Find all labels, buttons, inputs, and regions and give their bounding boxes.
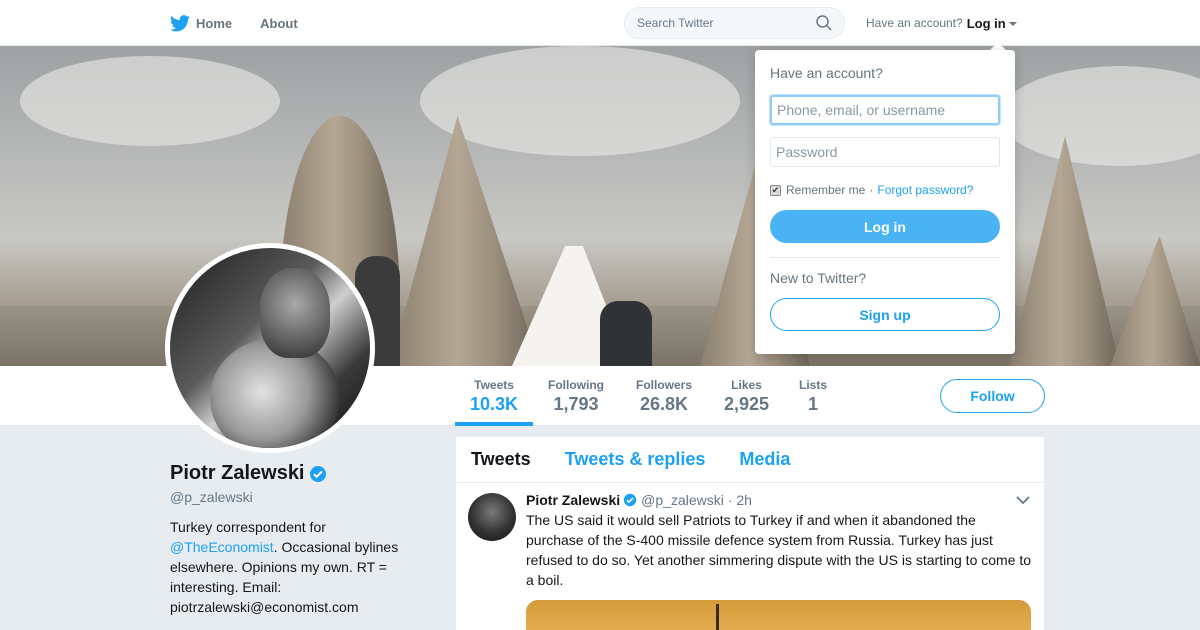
signup-button[interactable]: Sign up (770, 298, 1000, 331)
profile-name-text: Piotr Zalewski (170, 462, 305, 484)
login-button[interactable]: Log in (770, 210, 1000, 243)
tweet-timestamp[interactable]: · 2h (728, 492, 752, 508)
stat-value: 1,793 (553, 394, 599, 414)
stat-label: Following (548, 378, 604, 392)
stat-lists[interactable]: Lists 1 (799, 378, 827, 415)
remember-separator: · (869, 183, 874, 197)
stat-following[interactable]: Following 1,793 (548, 378, 604, 415)
banner-rock (390, 116, 540, 366)
tab-tweets[interactable]: Tweets (471, 449, 531, 470)
stat-followers[interactable]: Followers 26.8K (636, 378, 692, 415)
profile-bio: Turkey correspondent for @TheEconomist. … (170, 517, 410, 617)
tweet-author-handle[interactable]: @p_zalewski (641, 492, 724, 508)
banner-person (600, 301, 652, 366)
stat-label: Tweets (474, 378, 514, 392)
stat-label: Lists (799, 378, 828, 392)
remember-me-checkbox[interactable]: ✔ (770, 184, 781, 196)
new-to-twitter-text: New to Twitter? (770, 270, 867, 286)
login-dropdown-title: Have an account? (770, 65, 883, 81)
password-field[interactable] (770, 137, 1000, 167)
bio-prefix: Turkey correspondent for (170, 519, 326, 535)
stat-tweets[interactable]: Tweets 10.3K (470, 378, 518, 415)
login-dropdown: Have an account? ✔ Remember me · Forgot … (755, 50, 1015, 354)
profile-handle[interactable]: @p_zalewski (170, 489, 410, 505)
media-minaret (716, 604, 719, 630)
nav-about-label: About (260, 15, 298, 31)
forgot-password-link[interactable]: Forgot password? (877, 183, 973, 197)
caret-down-icon (1008, 22, 1017, 27)
dropdown-arrow (990, 42, 1006, 50)
profile-name[interactable]: Piotr Zalewski (170, 462, 410, 485)
nav-home-label: Home (196, 15, 233, 31)
username-field[interactable] (770, 95, 1000, 125)
top-navigation-bar: Home About Search Twitter Have an accoun… (0, 0, 1200, 46)
tweet[interactable]: Piotr Zalewski @p_zalewski · 2h The US s… (456, 483, 1044, 630)
verified-badge-icon (309, 465, 326, 482)
tweet-media-image[interactable] (526, 600, 1031, 630)
remember-me-label[interactable]: Remember me (786, 183, 865, 197)
twitter-bird-icon (170, 14, 190, 31)
search-placeholder: Search Twitter (637, 16, 714, 30)
nav-home[interactable]: Home (170, 14, 233, 32)
banner-rock (1010, 136, 1120, 366)
banner-cloud (1000, 66, 1200, 166)
stat-value: 1 (808, 394, 819, 414)
profile-avatar[interactable] (165, 243, 375, 453)
search-icon[interactable] (816, 15, 832, 31)
avatar-image (170, 248, 370, 448)
tweet-author-name[interactable]: Piotr Zalewski (526, 492, 620, 508)
tweet-header: Piotr Zalewski @p_zalewski · 2h (526, 492, 1032, 508)
stat-value: 2,925 (724, 394, 770, 414)
banner-rock (1110, 236, 1200, 366)
remember-row: ✔ Remember me · Forgot password? (770, 183, 1000, 197)
tweet-text: The US said it would sell Patriots to Tu… (526, 512, 1032, 588)
nav-left: Home About (170, 0, 326, 46)
have-account-text: Have an account? (866, 16, 963, 30)
verified-badge-icon (623, 493, 637, 507)
follow-button[interactable]: Follow (940, 379, 1045, 413)
tab-tweets-and-replies[interactable]: Tweets & replies (565, 449, 706, 470)
stat-label: Likes (731, 378, 762, 392)
profile-header-card: Piotr Zalewski @p_zalewski Turkey corres… (170, 462, 410, 617)
account-menu: Have an account? Log in (866, 0, 1017, 46)
stat-likes[interactable]: Likes 2,925 (724, 378, 769, 415)
bio-mention-link[interactable]: @TheEconomist (170, 539, 274, 555)
chevron-down-icon[interactable] (1016, 495, 1030, 505)
login-link-label: Log in (966, 15, 1006, 31)
banner-cloud (420, 46, 740, 156)
search-input[interactable]: Search Twitter (624, 7, 845, 39)
timeline-tabs: Tweets Tweets & replies Media (456, 437, 1044, 483)
active-stat-underline (455, 422, 533, 426)
tab-media[interactable]: Media (739, 449, 790, 470)
dropdown-divider (770, 257, 1000, 258)
avatar-cat (260, 268, 330, 358)
stat-value: 26.8K (639, 394, 689, 414)
tweet-avatar[interactable] (468, 493, 516, 541)
nav-about[interactable]: About (260, 16, 298, 31)
timeline: Tweets Tweets & replies Media Piotr Zale… (456, 437, 1044, 630)
banner-cloud (20, 56, 280, 146)
stat-label: Followers (636, 378, 693, 392)
stat-value: 10.3K (470, 394, 519, 414)
login-dropdown-toggle[interactable]: Log in (967, 16, 1017, 31)
